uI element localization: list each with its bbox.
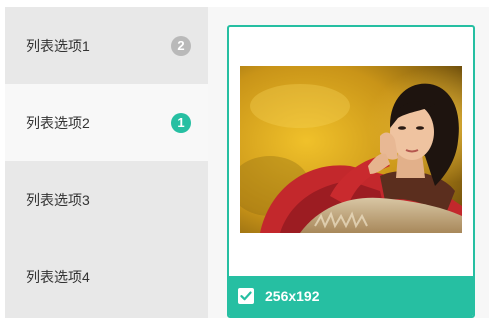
checkmark-icon <box>240 291 252 301</box>
image-card[interactable]: 256x192 <box>227 25 475 318</box>
sidebar-item-4[interactable]: 列表选项4 <box>5 238 208 315</box>
sidebar-item-label: 列表选项1 <box>26 37 90 54</box>
sidebar-item-label: 列表选项3 <box>26 191 90 208</box>
count-badge: 1 <box>171 112 191 133</box>
sidebar-list: 列表选项1 2 列表选项2 1 列表选项3 列表选项4 <box>5 7 208 318</box>
sidebar-item-label: 列表选项4 <box>26 268 90 285</box>
count-badge: 2 <box>171 35 191 56</box>
card-footer: 256x192 <box>229 276 473 316</box>
app-root: 列表选项1 2 列表选项2 1 列表选项3 列表选项4 256x192 <box>0 0 489 325</box>
sidebar-item-2[interactable]: 列表选项2 1 <box>5 84 208 161</box>
select-checkbox[interactable] <box>238 288 254 304</box>
sidebar-item-3[interactable]: 列表选项3 <box>5 161 208 238</box>
image-size-label: 256x192 <box>265 288 320 304</box>
sidebar-item-1[interactable]: 列表选项1 2 <box>5 7 208 84</box>
content-panel: 256x192 <box>208 7 489 318</box>
photo-image <box>240 66 462 233</box>
sidebar-item-label: 列表选项2 <box>26 114 90 131</box>
